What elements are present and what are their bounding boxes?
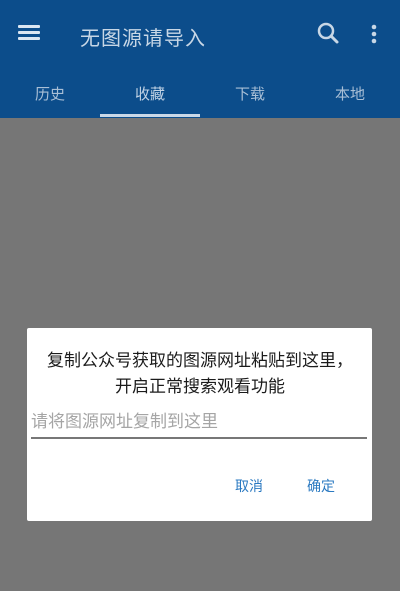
- tab-history[interactable]: 历史: [0, 68, 100, 118]
- import-source-dialog: 复制公众号获取的图源网址粘贴到这里，开启正常搜索观看功能 取消 确定: [27, 328, 372, 521]
- tab-bar: 历史 收藏 下载 本地: [0, 68, 400, 118]
- more-vert-icon[interactable]: [364, 20, 384, 48]
- tab-favorites[interactable]: 收藏: [100, 68, 200, 118]
- tab-downloads[interactable]: 下载: [200, 68, 300, 118]
- dialog-message: 复制公众号获取的图源网址粘贴到这里，开启正常搜索观看功能: [47, 351, 353, 397]
- tab-local[interactable]: 本地: [300, 68, 400, 118]
- toolbar: 无图源请导入: [0, 0, 400, 68]
- active-tab-indicator: [100, 114, 200, 117]
- confirm-button[interactable]: 确定: [307, 476, 335, 498]
- app-bar: 无图源请导入 历史 收藏 下载 本地: [0, 0, 400, 118]
- search-icon[interactable]: [314, 20, 342, 48]
- cancel-button[interactable]: 取消: [235, 476, 263, 498]
- source-url-input[interactable]: [31, 407, 367, 439]
- page-title: 无图源请导入: [80, 26, 206, 50]
- menu-icon[interactable]: [14, 20, 44, 46]
